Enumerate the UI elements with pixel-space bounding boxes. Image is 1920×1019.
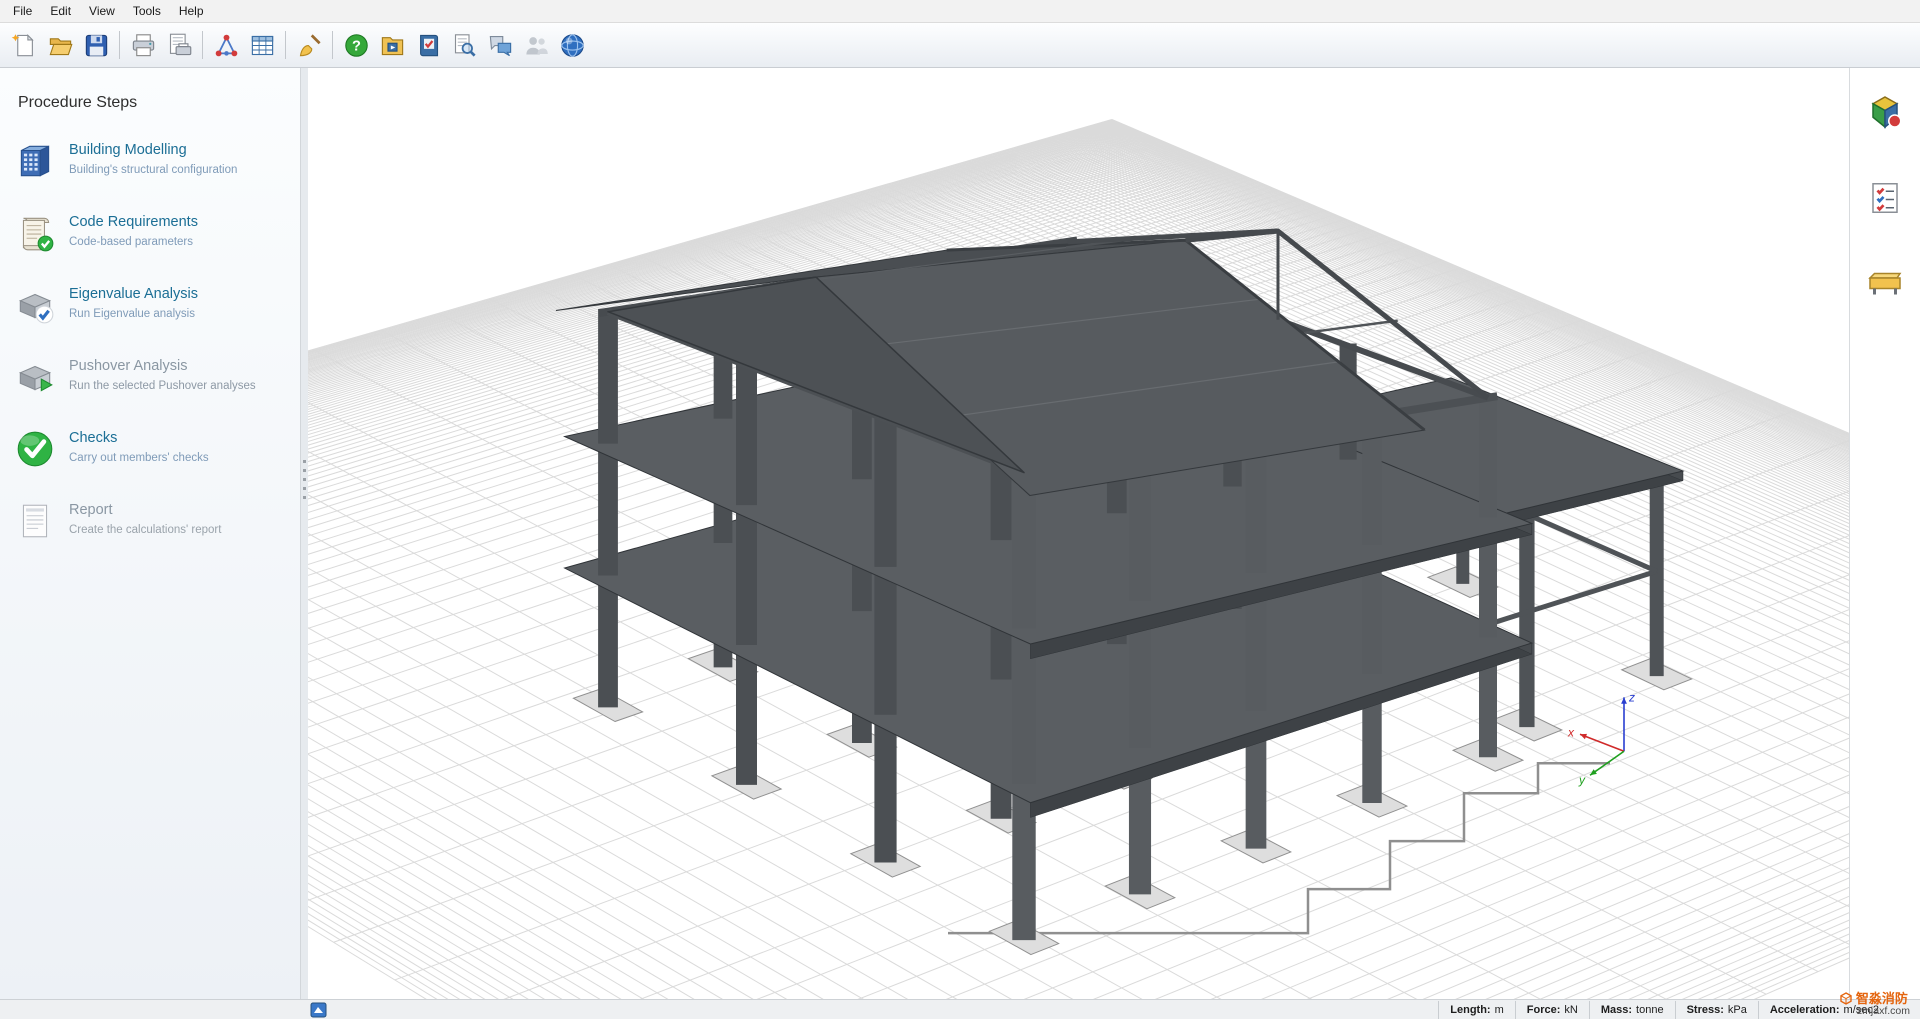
menu-bar: File Edit View Tools Help: [0, 0, 1920, 23]
page-setup-icon: [166, 32, 193, 59]
toolbar-separator: [332, 31, 333, 59]
step-building-modelling[interactable]: Building Modelling Building's structural…: [0, 140, 300, 182]
new-file-icon: [11, 32, 38, 59]
step-checks[interactable]: Checks Carry out members' checks: [0, 428, 300, 470]
status-force: Force:kN: [1515, 1001, 1589, 1019]
toolbar-separator: [285, 31, 286, 59]
website-button[interactable]: [554, 27, 590, 63]
checked-book-icon: [415, 32, 442, 59]
right-tool-strip: [1849, 68, 1920, 1000]
view-settings-button[interactable]: [1863, 90, 1907, 134]
step-title: Pushover Analysis: [69, 358, 256, 374]
save-button[interactable]: [78, 27, 114, 63]
menu-tools[interactable]: Tools: [124, 1, 170, 21]
checks-icon: [14, 428, 56, 470]
watermark: 智淼消防 zmjaxf.com: [1839, 992, 1910, 1018]
help-icon: ?: [343, 32, 370, 59]
users-button[interactable]: [518, 27, 554, 63]
checks-list-icon: [1867, 180, 1903, 216]
forum-button[interactable]: [482, 27, 518, 63]
model-viewport-3d[interactable]: z x y: [308, 68, 1850, 1000]
watermark-text-cn: 智淼消防: [1856, 992, 1908, 1006]
svg-text:?: ?: [352, 38, 361, 54]
analysis-graph-button[interactable]: [208, 27, 244, 63]
menu-help[interactable]: Help: [170, 1, 213, 21]
page-setup-button[interactable]: [161, 27, 197, 63]
print-icon: [130, 32, 157, 59]
toolbar-separator: [119, 31, 120, 59]
menu-file[interactable]: File: [4, 1, 41, 21]
report-icon: [14, 500, 56, 542]
step-title: Code Requirements: [69, 214, 198, 230]
users-disabled-icon: [523, 32, 550, 59]
open-folder-icon: [47, 32, 74, 59]
help-button[interactable]: ?: [338, 27, 374, 63]
search-document-button[interactable]: [446, 27, 482, 63]
building-icon: [14, 140, 56, 182]
toolbar-separator: [202, 31, 203, 59]
analysis-graph-icon: [213, 32, 240, 59]
building-model-scene: z x y: [308, 68, 1850, 1000]
svg-text:x: x: [1567, 725, 1575, 739]
splitter-grip-icon: [303, 460, 306, 502]
clean-brush-icon: [296, 32, 323, 59]
step-pushover-analysis[interactable]: Pushover Analysis Run the selected Pusho…: [0, 356, 300, 398]
forum-chat-icon: [487, 32, 514, 59]
watermark-text-en: zmjaxf.com: [1839, 1006, 1910, 1018]
step-subtitle: Run Eigenvalue analysis: [69, 308, 198, 320]
step-subtitle: Code-based parameters: [69, 236, 198, 248]
step-subtitle: Run the selected Pushover analyses: [69, 380, 256, 392]
step-title: Checks: [69, 430, 209, 446]
svg-text:y: y: [1578, 773, 1586, 787]
status-stress: Stress:kPa: [1675, 1001, 1758, 1019]
checks-list-button[interactable]: [1863, 176, 1907, 220]
step-code-requirements[interactable]: Code Requirements Code-based parameters: [0, 212, 300, 254]
view-indicator-icon: [310, 1002, 327, 1018]
beam-section-icon: [1867, 266, 1903, 302]
status-bar: Length:m Force:kN Mass:tonne Stress:kPa …: [0, 999, 1920, 1019]
data-tables-button[interactable]: [244, 27, 280, 63]
tutorials-button[interactable]: [374, 27, 410, 63]
view-settings-icon: [1867, 94, 1903, 130]
tutorials-folder-icon: [379, 32, 406, 59]
clean-button[interactable]: [291, 27, 327, 63]
menu-edit[interactable]: Edit: [41, 1, 80, 21]
data-tables-icon: [249, 32, 276, 59]
step-subtitle: Building's structural configuration: [69, 164, 237, 176]
open-folder-button[interactable]: [42, 27, 78, 63]
print-button[interactable]: [125, 27, 161, 63]
status-length: Length:m: [1438, 1001, 1515, 1019]
step-subtitle: Create the calculations' report: [69, 524, 221, 536]
search-document-icon: [451, 32, 478, 59]
step-title: Building Modelling: [69, 142, 237, 158]
menu-view[interactable]: View: [80, 1, 124, 21]
checked-book-button[interactable]: [410, 27, 446, 63]
status-mass: Mass:tonne: [1589, 1001, 1675, 1019]
svg-text:z: z: [1628, 690, 1635, 704]
toolbar: ?: [0, 23, 1920, 68]
code-scroll-icon: [14, 212, 56, 254]
step-eigenvalue-analysis[interactable]: Eigenvalue Analysis Run Eigenvalue analy…: [0, 284, 300, 326]
pushover-icon: [14, 356, 56, 398]
beam-section-button[interactable]: [1863, 262, 1907, 306]
step-title: Eigenvalue Analysis: [69, 286, 198, 302]
sidebar-title: Procedure Steps: [0, 68, 300, 112]
save-icon: [83, 32, 110, 59]
step-subtitle: Carry out members' checks: [69, 452, 209, 464]
watermark-logo-icon: [1839, 992, 1853, 1006]
new-file-button[interactable]: [6, 27, 42, 63]
website-globe-icon: [559, 32, 586, 59]
step-report[interactable]: Report Create the calculations' report: [0, 500, 300, 542]
eigenvalue-icon: [14, 284, 56, 326]
step-title: Report: [69, 502, 221, 518]
procedure-steps-panel: Procedure Steps Building Modelling Build…: [0, 68, 300, 1000]
